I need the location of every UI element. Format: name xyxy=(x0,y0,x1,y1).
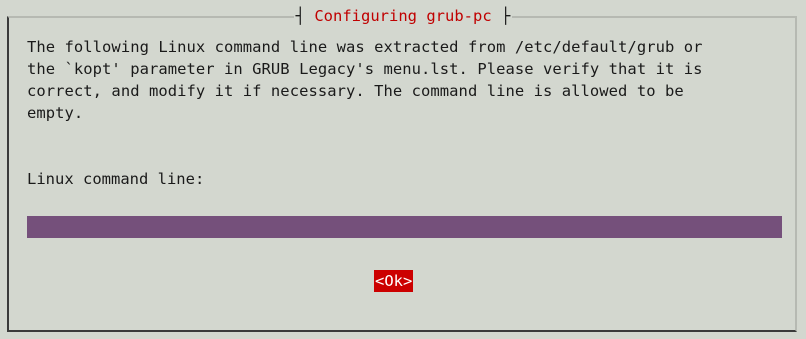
terminal-screen: ┤ Configuring grub-pc ├ The following Li… xyxy=(0,0,806,339)
dialog-title: ┤ Configuring grub-pc ├ xyxy=(293,5,513,27)
title-right-border: ├ xyxy=(501,7,511,25)
ok-button[interactable]: <Ok> xyxy=(374,270,414,292)
title-left-border: ┤ xyxy=(295,7,305,25)
dialog-title-bar: ┤ Configuring grub-pc ├ xyxy=(0,5,806,27)
command-line-label: Linux command line: xyxy=(27,170,205,188)
dialog-title-text: Configuring grub-pc xyxy=(314,7,492,25)
dialog-message: The following Linux command line was ext… xyxy=(27,38,703,122)
command-line-input[interactable] xyxy=(27,216,782,238)
